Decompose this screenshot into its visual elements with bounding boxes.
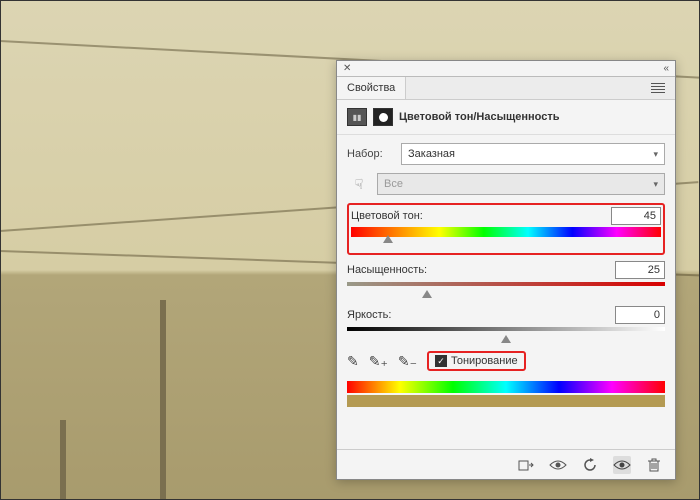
view-previous-icon[interactable] [549,456,567,474]
hue-slider[interactable] [351,227,661,237]
chevron-down-icon: ▾ [653,179,658,190]
saturation-label: Насыщенность: [347,264,427,276]
saturation-input[interactable]: 25 [615,261,665,279]
collapse-icon[interactable]: « [663,63,669,74]
hue-label: Цветовой тон: [351,210,423,222]
reset-icon[interactable] [581,456,599,474]
slider-thumb[interactable] [422,290,432,298]
colorize-label: Тонирование [451,355,518,367]
bg-pole [60,420,66,500]
colorize-highlight: ✓ Тонирование [427,351,526,371]
range-select[interactable]: Все ▾ [377,173,665,195]
saturation-slider[interactable] [347,282,665,292]
mask-icon[interactable] [373,108,393,126]
adjustment-header: ▮▮ Цветовой тон/Насыщенность [337,100,675,135]
hue-highlight: Цветовой тон: 45 [347,203,665,255]
preset-label: Набор: [347,148,395,160]
tab-row: Свойства [337,77,675,100]
eyedropper-icon[interactable]: ✎ [347,353,359,370]
colorize-checkbox[interactable]: ✓ [435,355,447,367]
visibility-icon[interactable] [613,456,631,474]
spectrum-strip [347,381,665,393]
clip-to-layer-icon[interactable] [517,456,535,474]
scrubby-hand-icon[interactable]: ☟ [347,176,371,193]
adjustment-title: Цветовой тон/Насыщенность [399,111,560,123]
close-icon[interactable]: ✕ [343,63,351,74]
tab-properties[interactable]: Свойства [337,77,406,99]
slider-thumb[interactable] [383,235,393,243]
eyedropper-subtract-icon[interactable]: ✎₋ [398,353,417,370]
brightness-slider[interactable] [347,327,665,337]
panel-titlebar: ✕ « [337,61,675,77]
hue-sat-icon: ▮▮ [347,108,367,126]
range-value: Все [384,178,403,190]
preset-select[interactable]: Заказная ▾ [401,143,665,165]
brightness-label: Яркость: [347,309,391,321]
menu-icon[interactable] [647,79,669,97]
brightness-input[interactable]: 0 [615,306,665,324]
properties-panel: ✕ « Свойства ▮▮ Цветовой тон/Насыщенност… [336,60,676,480]
preset-value: Заказная [408,148,455,160]
hue-input[interactable]: 45 [611,207,661,225]
chevron-down-icon: ▾ [653,149,658,160]
eyedropper-add-icon[interactable]: ✎₊ [369,353,388,370]
trash-icon[interactable] [645,456,663,474]
panel-footer [337,449,675,479]
slider-thumb[interactable] [501,335,511,343]
result-strip [347,395,665,407]
bg-pole [160,300,166,500]
